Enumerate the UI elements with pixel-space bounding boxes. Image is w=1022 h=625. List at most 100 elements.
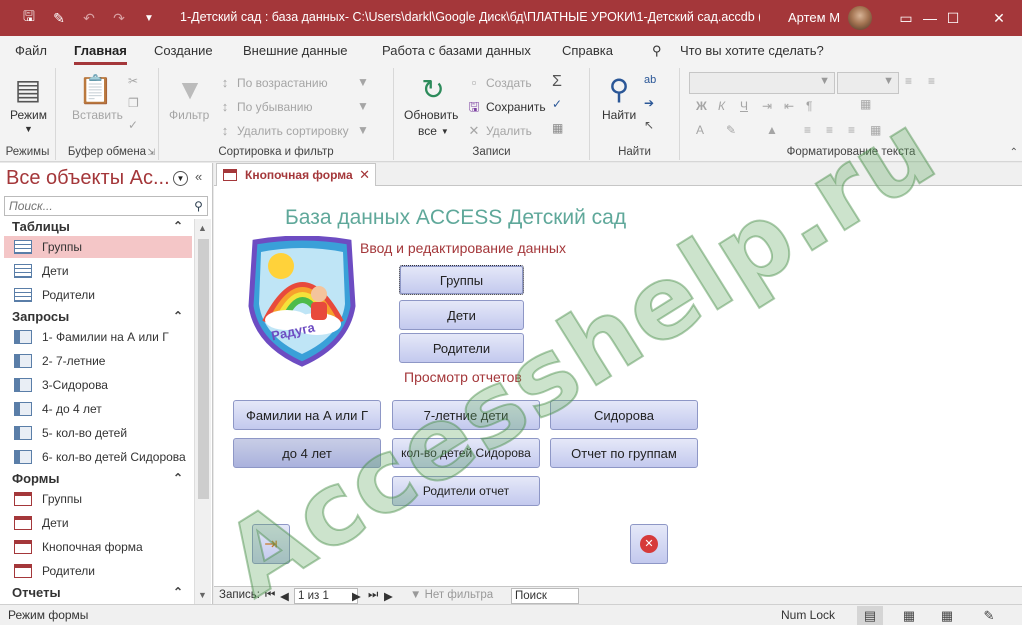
tab-database-tools[interactable]: Работа с базами данных (382, 43, 531, 58)
prev-record-icon[interactable]: ◀ (280, 589, 289, 603)
nav-item-query[interactable]: 1- Фамилии на А или Г (4, 326, 192, 348)
highlight-icon[interactable]: ✎ (726, 123, 736, 137)
nav-item-query[interactable]: 2- 7-летние (4, 350, 192, 372)
report-children-count-button[interactable]: кол-во детей Сидорова (392, 438, 540, 468)
remove-sort-button[interactable]: ↕ Удалить сортировку (217, 123, 349, 139)
advanced-filter-icon[interactable]: ▼ (357, 99, 369, 113)
outdent-icon[interactable]: ⇤ (784, 99, 794, 113)
nav-item-form[interactable]: Группы (4, 488, 192, 510)
more-icon[interactable]: ▦ (552, 121, 563, 135)
copy-icon[interactable]: ❐ (128, 96, 139, 110)
nav-item-table-parents[interactable]: Родители (4, 284, 192, 306)
document-tab[interactable]: Кнопочная форма ✕ (216, 163, 376, 186)
datasheet-view-icon[interactable]: ▦ (896, 606, 922, 625)
form-view-icon[interactable]: ✎ (44, 0, 74, 36)
paste-icon[interactable]: 📋 (78, 72, 113, 108)
refresh-icon[interactable]: ↻ (416, 72, 450, 108)
report-7-year-olds-button[interactable]: 7-летние дети (392, 400, 540, 430)
close-form-button[interactable]: ✕ (630, 524, 668, 564)
design-view-icon[interactable]: ✎ (976, 606, 1002, 625)
tab-home[interactable]: Главная (74, 43, 127, 65)
shutter-bar-icon[interactable]: « (195, 169, 202, 184)
alt-row-color-icon[interactable]: ▦ (870, 123, 881, 137)
selection-filter-icon[interactable]: ▼ (357, 75, 369, 89)
nav-scrollbar[interactable]: ▲ ▼ (194, 219, 211, 604)
nav-item-table-children[interactable]: Дети (4, 260, 192, 282)
nav-pane-title[interactable]: Все объекты Ac... (6, 167, 170, 190)
replace-icon[interactable]: ab (644, 74, 656, 86)
find-button[interactable]: Найти (602, 108, 636, 122)
report-by-groups-button[interactable]: Отчет по группам (550, 438, 698, 468)
user-name[interactable]: Артем М (788, 10, 840, 25)
font-color-icon[interactable]: A (696, 123, 704, 137)
next-record-icon[interactable]: ▶ (352, 589, 361, 603)
search-icon[interactable]: ⚲ (190, 197, 207, 215)
nav-item-table-groups[interactable]: Группы (4, 236, 192, 258)
delete-record-button[interactable]: ✕ Удалить (466, 123, 532, 139)
sort-desc-button[interactable]: ↕ По убыванию (217, 99, 313, 115)
bullets-icon[interactable]: ≡ (905, 74, 912, 88)
undo-icon[interactable]: ↶ (74, 0, 104, 36)
filter-status[interactable]: ▼ Нет фильтра (410, 589, 493, 601)
report-parents-button[interactable]: Родители отчет (392, 476, 540, 506)
tell-me-icon[interactable]: ⚲ (652, 43, 662, 59)
maximize-icon[interactable]: ☐ (930, 0, 976, 36)
cut-icon[interactable]: ✂ (128, 74, 138, 88)
font-size-combo[interactable]: ▼ (837, 72, 899, 94)
redo-icon[interactable]: ↷ (104, 0, 134, 36)
last-record-icon[interactable]: ⏭ (368, 589, 378, 602)
tab-create[interactable]: Создание (154, 43, 213, 58)
nav-item-query[interactable]: 6- кол-во детей Сидорова (4, 446, 192, 468)
close-icon[interactable]: ✕ (976, 0, 1022, 36)
toggle-filter-icon[interactable]: ▼ (357, 123, 369, 137)
totals-icon[interactable]: Σ (552, 73, 562, 91)
align-right-icon[interactable]: ≡ (848, 123, 855, 137)
nav-item-form[interactable]: Дети (4, 512, 192, 534)
record-position-input[interactable]: 1 из 1 (294, 588, 358, 604)
format-painter-icon[interactable]: ✓ (128, 118, 138, 132)
report-surnames-button[interactable]: Фамилии на А или Г (233, 400, 381, 430)
filter-button[interactable]: Фильтр (169, 108, 209, 122)
view-dropdown-icon[interactable]: ▼ (24, 124, 33, 134)
paragraph-direction-icon[interactable]: ¶ (806, 99, 812, 113)
goto-icon[interactable]: ➔ (644, 96, 654, 110)
nav-item-form[interactable]: Родители (4, 560, 192, 582)
layout-view-icon[interactable]: ▦ (934, 606, 960, 625)
select-icon[interactable]: ↖ (644, 118, 654, 132)
groups-button[interactable]: Группы (399, 265, 524, 295)
record-search-input[interactable]: Поиск (511, 588, 579, 604)
bold-button[interactable]: Ж (696, 99, 707, 113)
nav-item-form[interactable]: Кнопочная форма (4, 536, 192, 558)
filter-icon[interactable]: ▼ (173, 72, 207, 108)
tab-help[interactable]: Справка (562, 43, 613, 58)
numbering-icon[interactable]: ≡ (928, 74, 935, 88)
indent-icon[interactable]: ⇥ (762, 99, 772, 113)
underline-button[interactable]: Ч (740, 99, 748, 113)
view-button[interactable]: Режим (10, 108, 47, 122)
tab-file[interactable]: Файл (15, 43, 47, 58)
refresh-all-dropdown[interactable]: все ▼ (418, 124, 449, 138)
align-left-icon[interactable]: ≡ (804, 123, 811, 137)
scroll-up-icon[interactable]: ▲ (198, 223, 207, 233)
align-center-icon[interactable]: ≡ (826, 123, 833, 137)
scroll-thumb[interactable] (198, 239, 209, 499)
customize-qat-icon[interactable]: ▼ (134, 0, 164, 36)
dialog-launcher-icon[interactable]: ⇲ (147, 147, 155, 158)
paste-button[interactable]: Вставить (72, 108, 123, 122)
form-view-icon[interactable]: ▤ (857, 606, 883, 625)
nav-section-reports[interactable]: Отчеты ⌃ (0, 583, 193, 605)
spelling-icon[interactable]: ✓ (552, 97, 562, 111)
parents-button[interactable]: Родители (399, 333, 524, 363)
save-icon[interactable]: 🖫 (14, 0, 44, 36)
fill-color-icon[interactable]: ▲ (766, 123, 778, 137)
tell-me-box[interactable]: Что вы хотите сделать? (680, 43, 824, 58)
nav-item-query[interactable]: 3-Сидорова (4, 374, 192, 396)
view-icon[interactable]: ▤ (11, 72, 45, 108)
close-tab-icon[interactable]: ✕ (359, 167, 370, 183)
scroll-down-icon[interactable]: ▼ (198, 590, 207, 600)
first-record-icon[interactable]: ⏮ (265, 589, 275, 602)
italic-button[interactable]: К (718, 99, 725, 113)
report-sidorova-button[interactable]: Сидорова (550, 400, 698, 430)
save-record-button[interactable]: 🖫 Сохранить (466, 99, 545, 115)
report-under-4-button[interactable]: до 4 лет (233, 438, 381, 468)
